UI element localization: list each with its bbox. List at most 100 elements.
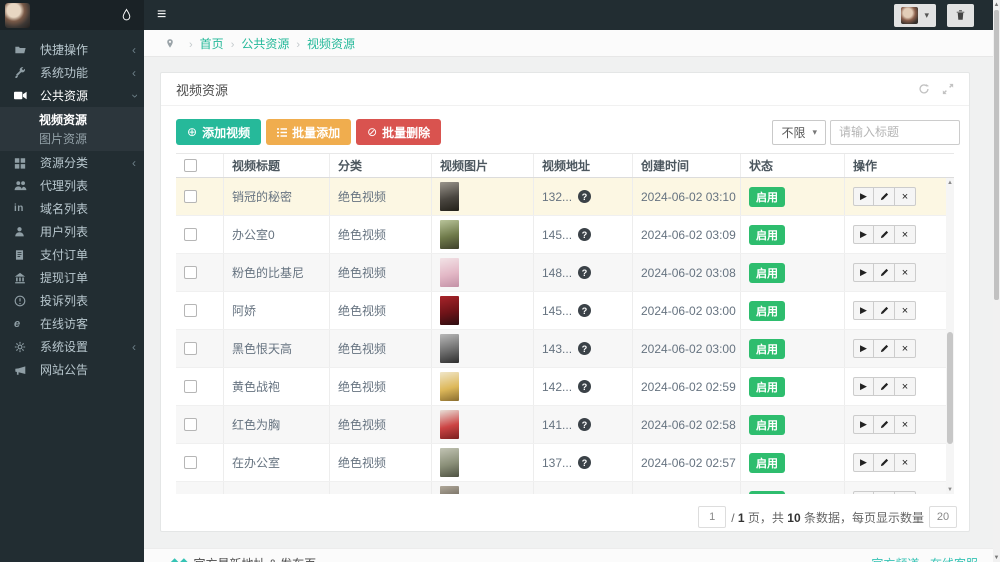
footer-left-link[interactable]: 官方最新地址 & 发布页	[193, 555, 316, 562]
sidebar-item-online-visitors[interactable]: e 在线访客	[0, 312, 144, 335]
row-checkbox[interactable]	[184, 380, 197, 393]
video-thumbnail[interactable]	[440, 334, 459, 363]
page-scroll-up-arrow[interactable]: ▲	[993, 0, 1000, 9]
play-button[interactable]: ▶	[853, 301, 874, 320]
user-menu-button[interactable]: ▾	[894, 3, 936, 27]
sidebar-item-system-settings[interactable]: 系统设置 ‹	[0, 335, 144, 358]
play-button[interactable]: ▶	[853, 377, 874, 396]
status-badge[interactable]: 启用	[749, 262, 785, 283]
status-badge[interactable]: 启用	[749, 224, 785, 245]
sidebar-item-video-resources[interactable]: 视频资源	[0, 110, 144, 129]
delete-button[interactable]: ×	[895, 491, 916, 494]
footer-right-link[interactable]: 官方频道 · 在线客服	[871, 555, 978, 562]
play-button[interactable]: ▶	[853, 225, 874, 244]
scroll-up-arrow[interactable]: ▲	[946, 178, 954, 187]
page-scroll-down-arrow[interactable]: ▼	[993, 553, 1000, 562]
play-button[interactable]: ▶	[853, 187, 874, 206]
play-button[interactable]: ▶	[853, 491, 874, 494]
delete-button[interactable]: ×	[895, 187, 916, 206]
row-checkbox[interactable]	[184, 456, 197, 469]
play-button[interactable]: ▶	[853, 453, 874, 472]
sidebar-item-domain-list[interactable]: in 域名列表	[0, 197, 144, 220]
question-circle-icon[interactable]: ?	[578, 456, 592, 469]
refresh-icon[interactable]	[918, 83, 930, 95]
video-thumbnail[interactable]	[440, 296, 459, 325]
page-scrollbar-thumb[interactable]	[994, 10, 999, 300]
sidebar-item-complaint-list[interactable]: 投诉列表	[0, 289, 144, 312]
video-thumbnail[interactable]	[440, 486, 459, 494]
edit-button[interactable]	[874, 263, 895, 282]
video-thumbnail[interactable]	[440, 372, 459, 401]
batch-add-button[interactable]: 批量添加	[266, 119, 352, 145]
play-button[interactable]: ▶	[853, 415, 874, 434]
question-circle-icon[interactable]: ?	[578, 228, 592, 241]
sidebar-item-resource-categories[interactable]: 资源分类 ‹	[0, 151, 144, 174]
status-badge[interactable]: 启用	[749, 490, 785, 494]
sidebar-item-site-announcement[interactable]: 网站公告	[0, 358, 144, 381]
question-circle-icon[interactable]: ?	[578, 304, 592, 317]
video-thumbnail[interactable]	[440, 220, 459, 249]
select-all-checkbox[interactable]	[184, 159, 197, 172]
status-badge[interactable]: 启用	[749, 452, 785, 473]
row-checkbox[interactable]	[184, 190, 197, 203]
sidebar-item-withdrawal-orders[interactable]: 提现订单	[0, 266, 144, 289]
edit-button[interactable]	[874, 339, 895, 358]
sidebar-item-public-resources[interactable]: 公共资源 ‹	[0, 84, 144, 107]
question-circle-icon[interactable]: ?	[578, 418, 592, 431]
edit-button[interactable]	[874, 377, 895, 396]
row-checkbox[interactable]	[184, 342, 197, 355]
sidebar-item-quick-actions[interactable]: 快捷操作 ‹	[0, 38, 144, 61]
video-thumbnail[interactable]	[440, 258, 459, 287]
edit-button[interactable]	[874, 415, 895, 434]
sidebar-item-user-list[interactable]: 用户列表	[0, 220, 144, 243]
sidebar-item-system-functions[interactable]: 系统功能 ‹	[0, 61, 144, 84]
video-thumbnail[interactable]	[440, 182, 459, 211]
breadcrumb-link[interactable]: 视频资源	[307, 37, 355, 51]
delete-button[interactable]: ×	[895, 225, 916, 244]
edit-button[interactable]	[874, 225, 895, 244]
hamburger-icon[interactable]: ≡	[144, 7, 179, 23]
delete-button[interactable]: ×	[895, 377, 916, 396]
status-badge[interactable]: 启用	[749, 338, 785, 359]
status-badge[interactable]: 启用	[749, 186, 785, 207]
row-checkbox[interactable]	[184, 228, 197, 241]
row-checkbox[interactable]	[184, 418, 197, 431]
sidebar-item-payment-orders[interactable]: 支付订单	[0, 243, 144, 266]
breadcrumb-link[interactable]: 公共资源	[241, 37, 289, 51]
delete-button[interactable]: ×	[895, 301, 916, 320]
scrollbar-thumb[interactable]	[947, 332, 953, 444]
title-search-input[interactable]	[830, 119, 960, 145]
batch-delete-button[interactable]: ⊘ 批量删除	[356, 119, 442, 145]
page-size-input[interactable]	[929, 506, 957, 528]
play-button[interactable]: ▶	[853, 339, 874, 358]
play-button[interactable]: ▶	[853, 263, 874, 282]
expand-icon[interactable]	[942, 83, 954, 95]
edit-button[interactable]	[874, 301, 895, 320]
sidebar-item-image-resources[interactable]: 图片资源	[0, 129, 144, 148]
scroll-down-arrow[interactable]: ▼	[946, 485, 954, 494]
row-checkbox[interactable]	[184, 304, 197, 317]
trash-button[interactable]	[947, 3, 974, 27]
sidebar-item-agent-list[interactable]: 代理列表	[0, 174, 144, 197]
delete-button[interactable]: ×	[895, 415, 916, 434]
brand-avatar[interactable]	[5, 2, 30, 28]
page-number-input[interactable]	[698, 506, 727, 528]
edit-button[interactable]	[874, 187, 895, 206]
status-badge[interactable]: 启用	[749, 414, 785, 435]
question-circle-icon[interactable]: ?	[578, 266, 592, 279]
video-thumbnail[interactable]	[440, 410, 459, 439]
edit-button[interactable]	[874, 491, 895, 494]
delete-button[interactable]: ×	[895, 453, 916, 472]
edit-button[interactable]	[874, 453, 895, 472]
question-circle-icon[interactable]: ?	[578, 190, 592, 203]
question-circle-icon[interactable]: ?	[578, 342, 592, 355]
row-checkbox[interactable]	[184, 266, 197, 279]
video-thumbnail[interactable]	[440, 448, 459, 477]
category-filter-select[interactable]: 不限 ▾	[772, 119, 826, 145]
status-badge[interactable]: 启用	[749, 300, 785, 321]
add-video-button[interactable]: ⊕ 添加视频	[176, 119, 262, 145]
delete-button[interactable]: ×	[895, 263, 916, 282]
breadcrumb-link[interactable]: 首页	[200, 37, 224, 51]
question-circle-icon[interactable]: ?	[578, 380, 592, 393]
status-badge[interactable]: 启用	[749, 376, 785, 397]
